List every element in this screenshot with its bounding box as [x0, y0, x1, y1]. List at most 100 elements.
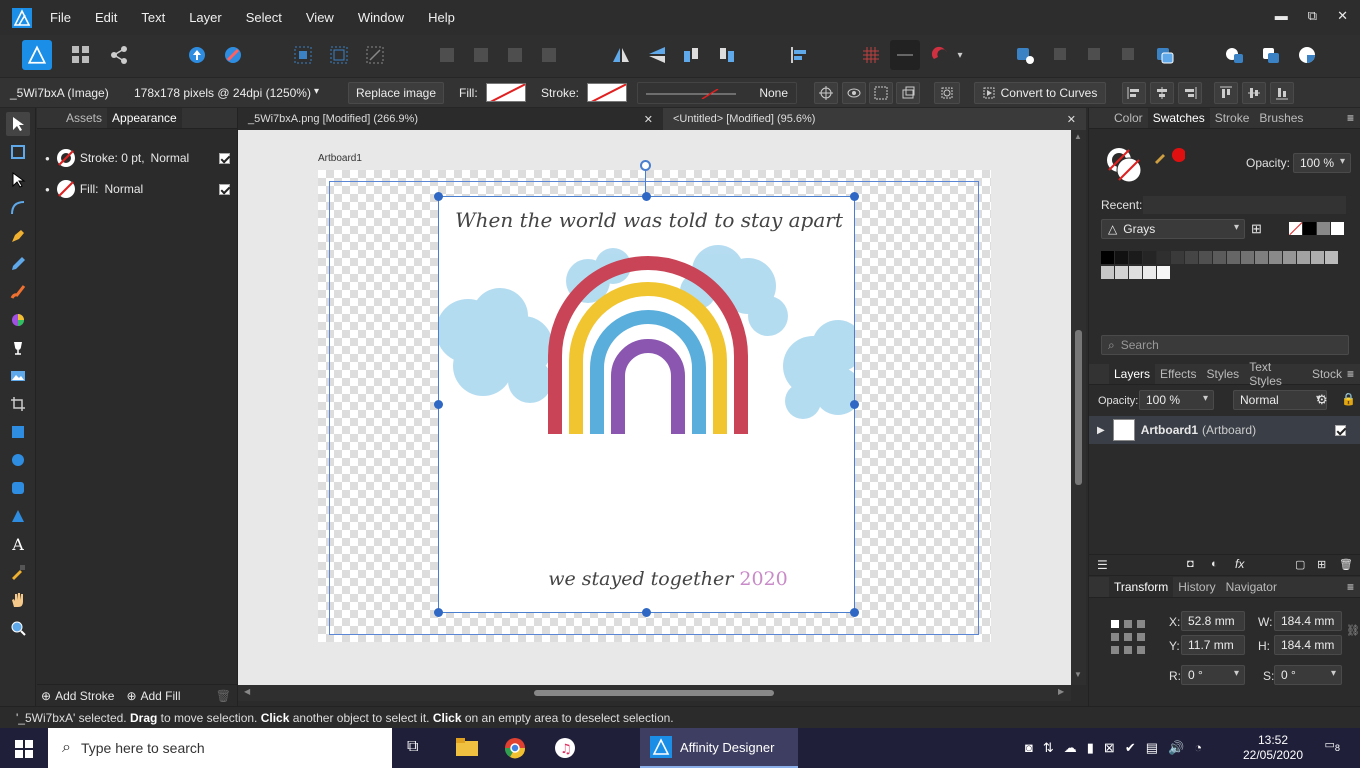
export-persona-button[interactable]: [104, 40, 134, 70]
gray-swatch[interactable]: [1115, 251, 1128, 264]
swatch-white[interactable]: [1331, 222, 1344, 235]
resize-handle-tr[interactable]: [850, 192, 859, 201]
tray-battery-icon[interactable]: ▮: [1087, 740, 1094, 756]
pen-tool[interactable]: [6, 224, 30, 248]
rectangle-tool[interactable]: [6, 420, 30, 444]
gray-swatch[interactable]: [1255, 251, 1268, 264]
transform-origin-button[interactable]: [814, 82, 838, 104]
select-inside-button[interactable]: [288, 40, 318, 70]
corner-tool[interactable]: [6, 196, 30, 220]
doc-tab-2[interactable]: <Untitled> [Modified] (95.6%) ✕: [663, 108, 1086, 130]
swatch-gray[interactable]: [1317, 222, 1330, 235]
gray-swatch[interactable]: [1115, 265, 1128, 279]
preview-button[interactable]: [842, 82, 866, 104]
shear-input[interactable]: 0 °: [1274, 665, 1342, 685]
rotation-handle[interactable]: [640, 160, 651, 171]
ellipse-tool[interactable]: [6, 448, 30, 472]
align-top-button[interactable]: [1214, 82, 1238, 104]
add-stroke-button[interactable]: Add Stroke: [55, 689, 114, 703]
align-right-button[interactable]: [1178, 82, 1202, 104]
close-tab-icon[interactable]: ✕: [1067, 113, 1076, 126]
rainbow-image[interactable]: When the world was told to stay apart we…: [438, 196, 855, 613]
panel-menu-icon[interactable]: ≡: [1347, 367, 1354, 381]
resize-handle-tl[interactable]: [434, 192, 443, 201]
gray-swatch[interactable]: [1129, 265, 1142, 279]
tab-swatches[interactable]: Swatches: [1147, 108, 1210, 128]
scroll-right-icon[interactable]: ▶: [1058, 687, 1064, 696]
delete-layer-icon[interactable]: 🗑: [1339, 558, 1353, 571]
line-style-dropdown[interactable]: None: [637, 82, 797, 104]
vector-brush-tool[interactable]: [6, 280, 30, 304]
x-input[interactable]: 52.8 mm: [1181, 611, 1245, 631]
gray-swatch[interactable]: [1143, 251, 1156, 264]
rotation-input[interactable]: 0 °: [1181, 665, 1245, 685]
windows-start-icon[interactable]: [15, 740, 33, 758]
vertical-scroll-thumb[interactable]: [1075, 330, 1082, 485]
align-button[interactable]: [784, 40, 814, 70]
minimize-button[interactable]: ▬: [1275, 8, 1288, 24]
view-tool[interactable]: [6, 588, 30, 612]
gray-swatch[interactable]: [1311, 251, 1324, 264]
insert-behind-button[interactable]: [1010, 40, 1040, 70]
insert-below-button[interactable]: [1114, 40, 1144, 70]
menu-window[interactable]: Window: [358, 10, 404, 25]
tab-effects[interactable]: Effects: [1155, 364, 1201, 384]
gray-swatch[interactable]: [1129, 251, 1142, 264]
tab-brushes[interactable]: Brushes: [1254, 108, 1308, 128]
crop-tool[interactable]: [6, 392, 30, 416]
add-layer-icon[interactable]: ▢: [1295, 558, 1305, 571]
zoom-tool[interactable]: [6, 616, 30, 640]
resize-handle-t[interactable]: [642, 192, 651, 201]
gray-swatch[interactable]: [1157, 251, 1170, 264]
gray-swatch[interactable]: [1101, 251, 1114, 264]
swatch-none[interactable]: [1289, 222, 1302, 235]
tab-styles[interactable]: Styles: [1202, 364, 1245, 384]
add-fill-button[interactable]: Add Fill: [141, 689, 181, 703]
resize-handle-br[interactable]: [850, 608, 859, 617]
anchor-point-selector[interactable]: [1111, 620, 1145, 654]
tab-transform[interactable]: Transform: [1109, 577, 1174, 597]
artistic-text-tool[interactable]: A: [6, 532, 30, 556]
stroke-row[interactable]: ● Stroke: 0 pt, Normal: [45, 148, 230, 168]
resize-handle-b[interactable]: [642, 608, 651, 617]
swatch-search-input[interactable]: ⌕ Search: [1101, 335, 1349, 355]
rotate-button[interactable]: [934, 82, 960, 104]
crop-button[interactable]: [896, 82, 920, 104]
align-left-button[interactable]: [1122, 82, 1146, 104]
layer-lock-icon[interactable]: 🔒: [1341, 392, 1356, 406]
align-middle-button[interactable]: [1242, 82, 1266, 104]
fill-swatch[interactable]: [486, 83, 526, 102]
pixel-persona-button[interactable]: [66, 40, 96, 70]
tray-security-icon[interactable]: ⊠: [1104, 740, 1115, 756]
fx-icon[interactable]: fx: [1235, 557, 1244, 571]
layer-settings-gear-icon[interactable]: ⚙: [1316, 392, 1328, 408]
itunes-icon[interactable]: ♫: [554, 737, 576, 759]
mask-icon[interactable]: ◘: [1187, 558, 1194, 570]
menu-edit[interactable]: Edit: [95, 10, 117, 25]
scroll-down-icon[interactable]: ▼: [1074, 670, 1082, 679]
menu-view[interactable]: View: [306, 10, 334, 25]
color-picker-tool[interactable]: [6, 560, 30, 584]
tray-sync-icon[interactable]: ⇅: [1043, 740, 1054, 756]
menu-select[interactable]: Select: [246, 10, 282, 25]
align-bottom-button[interactable]: [1270, 82, 1294, 104]
gray-swatch[interactable]: [1143, 265, 1156, 279]
fill-visible-checkbox[interactable]: [219, 183, 230, 195]
panel-menu-icon[interactable]: ≡: [1347, 111, 1354, 125]
gray-swatch[interactable]: [1325, 251, 1338, 264]
palette-dropdown[interactable]: △ Grays: [1101, 219, 1245, 239]
move-tool[interactable]: [6, 112, 30, 136]
menu-file[interactable]: File: [50, 10, 71, 25]
group-layers-icon[interactable]: ⊞: [1317, 558, 1326, 571]
maximize-button[interactable]: ⧉: [1308, 8, 1317, 24]
replace-image-button[interactable]: Replace image: [348, 82, 444, 104]
boolean-add-button[interactable]: [432, 40, 462, 70]
flip-vertical-button[interactable]: [642, 40, 672, 70]
tab-text-styles[interactable]: Text Styles: [1244, 357, 1307, 391]
gray-swatch[interactable]: [1101, 265, 1114, 279]
artboard-tool[interactable]: [6, 140, 30, 164]
swatch-black[interactable]: [1303, 222, 1316, 235]
tray-wifi-icon[interactable]: ◔: [1194, 740, 1202, 756]
tray-volume-icon[interactable]: 🔊: [1168, 740, 1184, 756]
tab-assets[interactable]: Assets: [61, 108, 107, 128]
